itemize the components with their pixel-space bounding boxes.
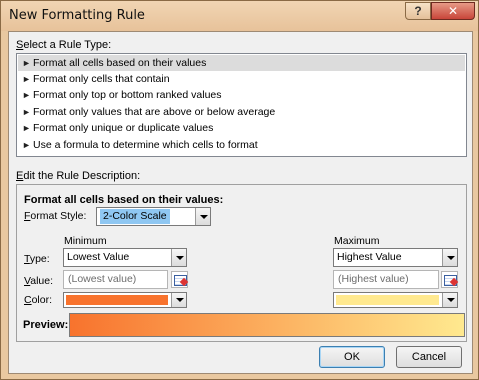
rule-type-item[interactable]: ► Format only cells that contain bbox=[18, 71, 465, 87]
maximum-range-picker-icon[interactable] bbox=[441, 271, 458, 288]
minimum-type-dropdown[interactable]: Lowest Value bbox=[63, 248, 187, 267]
arrow-icon: ► bbox=[22, 58, 31, 68]
rule-type-item[interactable]: ► Format only values that are above or be… bbox=[18, 104, 465, 120]
minimum-color-picker[interactable] bbox=[63, 292, 187, 308]
maximum-color-swatch bbox=[336, 295, 439, 305]
chevron-down-icon[interactable] bbox=[171, 249, 186, 266]
arrow-icon: ► bbox=[22, 74, 31, 84]
arrow-icon: ► bbox=[22, 107, 31, 117]
arrow-icon: ► bbox=[22, 90, 31, 100]
preview-label: Preview: bbox=[23, 319, 69, 331]
arrow-icon: ► bbox=[22, 140, 31, 150]
minimum-type-value: Lowest Value bbox=[67, 251, 130, 263]
edit-rule-description-label: Edit the Rule Description: bbox=[16, 170, 141, 182]
rule-type-item[interactable]: ► Format all cells based on their values bbox=[18, 55, 465, 71]
rule-type-item[interactable]: ► Format only unique or duplicate values bbox=[18, 120, 465, 136]
chevron-down-icon[interactable] bbox=[195, 208, 210, 225]
minimum-value-input[interactable]: (Lowest value) bbox=[63, 270, 168, 289]
minimum-header: Minimum bbox=[64, 235, 107, 247]
minimum-color-swatch bbox=[66, 295, 168, 305]
minimum-range-picker-icon[interactable] bbox=[171, 271, 188, 288]
format-style-value: 2-Color Scale bbox=[100, 209, 170, 224]
value-label: Value: bbox=[24, 275, 54, 287]
rule-type-item[interactable]: ► Use a formula to determine which cells … bbox=[18, 137, 465, 153]
dialog-title: New Formatting Rule bbox=[9, 8, 145, 23]
format-style-dropdown[interactable]: 2-Color Scale bbox=[96, 207, 211, 226]
chevron-down-icon[interactable] bbox=[442, 249, 457, 266]
maximum-type-dropdown[interactable]: Highest Value bbox=[333, 248, 458, 267]
type-label: Type: bbox=[24, 253, 50, 265]
ok-button[interactable]: OK bbox=[319, 346, 385, 368]
format-style-label: Format Style: bbox=[24, 210, 87, 222]
cancel-button[interactable]: Cancel bbox=[396, 346, 462, 368]
arrow-icon: ► bbox=[22, 123, 31, 133]
color-scale-preview bbox=[69, 313, 465, 337]
close-button[interactable]: ✕ bbox=[431, 2, 475, 20]
new-formatting-rule-dialog: New Formatting Rule ? ✕ Select a Rule Ty… bbox=[0, 0, 479, 380]
maximum-value-input[interactable]: (Highest value) bbox=[333, 270, 439, 289]
rule-type-item[interactable]: ► Format only top or bottom ranked values bbox=[18, 87, 465, 103]
title-bar[interactable]: New Formatting Rule ? ✕ bbox=[1, 1, 478, 31]
select-rule-type-label: Select a Rule Type: bbox=[16, 39, 112, 51]
chevron-down-icon[interactable] bbox=[171, 293, 186, 307]
help-button[interactable]: ? bbox=[405, 2, 431, 20]
color-label: Color: bbox=[24, 294, 53, 306]
chevron-down-icon[interactable] bbox=[442, 293, 457, 307]
dialog-body: Select a Rule Type: ► Format all cells ba… bbox=[8, 31, 473, 374]
maximum-color-picker[interactable] bbox=[333, 292, 458, 308]
maximum-header: Maximum bbox=[334, 235, 380, 247]
maximum-type-value: Highest Value bbox=[337, 251, 402, 263]
rule-type-list[interactable]: ► Format all cells based on their values … bbox=[16, 53, 467, 157]
description-heading: Format all cells based on their values: bbox=[24, 194, 224, 206]
